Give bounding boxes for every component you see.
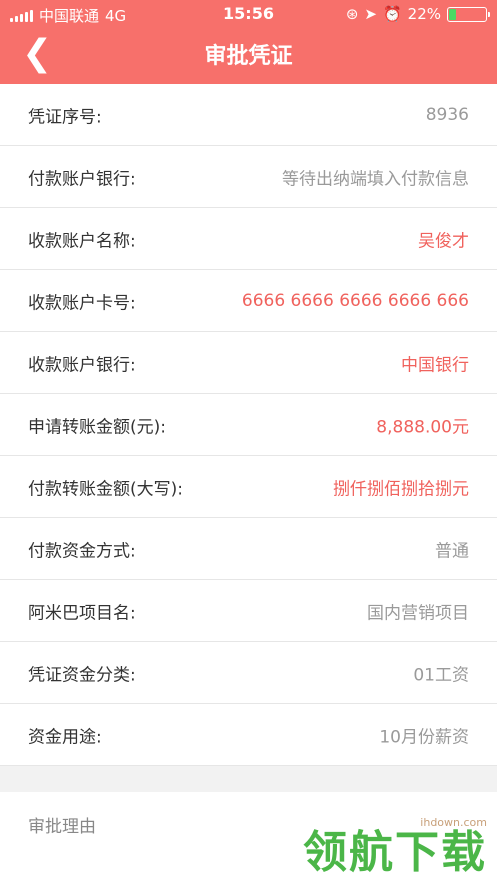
field-label: 付款账户银行: xyxy=(28,169,136,189)
field-payment-method: 付款资金方式: 普通 xyxy=(0,518,497,580)
field-payer-bank: 付款账户银行: 等待出纳端填入付款信息 xyxy=(0,146,497,208)
field-value: 8936 xyxy=(425,104,469,125)
field-value: 等待出纳端填入付款信息 xyxy=(282,169,469,189)
battery-percent: 22% xyxy=(407,5,441,23)
alarm-icon: ⏰ xyxy=(382,5,402,23)
field-value: 吴俊才 xyxy=(418,231,469,251)
rotation-lock-icon: ⊛ xyxy=(345,5,359,23)
field-fund-category: 凭证资金分类: 01工资 xyxy=(0,642,497,704)
battery-icon xyxy=(447,6,490,22)
field-label: 付款转账金额(大写): xyxy=(28,479,183,499)
field-label: 凭证序号: xyxy=(28,107,102,127)
field-payee-name: 收款账户名称: 吴俊才 xyxy=(0,208,497,270)
field-value: 6666 6666 6666 6666 666 xyxy=(241,290,469,311)
status-bar: 中国联通 4G 15:56 ⊛ ➤ ⏰ 22% xyxy=(0,0,497,28)
watermark-text: 领航下载 xyxy=(303,827,487,878)
watermark-logo: ihdown.com 领航下载 xyxy=(303,816,487,877)
title-bar: ❮ 审批凭证 xyxy=(0,28,497,84)
field-value: 8,888.00元 xyxy=(376,417,469,437)
voucher-detail-list: 凭证序号: 8936 付款账户银行: 等待出纳端填入付款信息 收款账户名称: 吴… xyxy=(0,84,497,766)
field-fund-usage: 资金用途: 10月份薪资 xyxy=(0,704,497,766)
field-label: 收款账户名称: xyxy=(28,231,136,251)
field-label: 阿米巴项目名: xyxy=(28,603,136,623)
field-request-amount: 申请转账金额(元): 8,888.00元 xyxy=(0,394,497,456)
field-value: 中国银行 xyxy=(401,355,469,375)
field-payee-bank: 收款账户银行: 中国银行 xyxy=(0,332,497,394)
field-label: 收款账户卡号: xyxy=(28,293,136,313)
app-header: 中国联通 4G 15:56 ⊛ ➤ ⏰ 22% ❮ 审批凭证 xyxy=(0,0,497,84)
approval-reason-label: 审批理由 xyxy=(28,817,96,837)
field-value: 10月份薪资 xyxy=(379,727,469,747)
field-value: 01工资 xyxy=(413,665,469,685)
field-value: 国内营销项目 xyxy=(367,603,469,623)
page-title: 审批凭证 xyxy=(204,44,293,69)
field-label: 凭证资金分类: xyxy=(28,665,136,685)
field-label: 申请转账金额(元): xyxy=(28,417,166,437)
location-icon: ➤ xyxy=(364,5,377,23)
field-label: 付款资金方式: xyxy=(28,541,136,561)
field-value: 捌仟捌佰捌拾捌元 xyxy=(333,479,469,499)
field-value: 普通 xyxy=(435,541,469,561)
field-label: 资金用途: xyxy=(28,727,102,747)
field-amount-uppercase: 付款转账金额(大写): 捌仟捌佰捌拾捌元 xyxy=(0,456,497,518)
field-payee-card: 收款账户卡号: 6666 6666 6666 6666 666 xyxy=(0,270,497,332)
field-voucher-number: 凭证序号: 8936 xyxy=(0,84,497,146)
field-project-name: 阿米巴项目名: 国内营销项目 xyxy=(0,580,497,642)
field-label: 收款账户银行: xyxy=(28,355,136,375)
